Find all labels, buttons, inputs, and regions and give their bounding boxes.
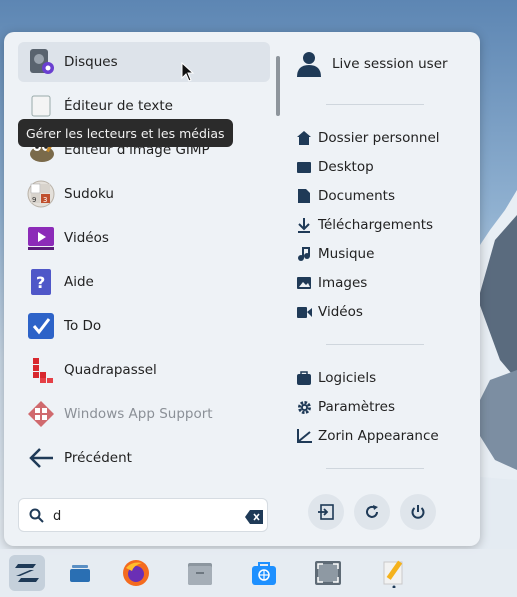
system-label: Zorin Appearance <box>318 428 439 444</box>
system-settings[interactable]: Paramètres <box>296 396 395 418</box>
search-field[interactable] <box>18 498 268 532</box>
download-icon <box>296 217 312 233</box>
svg-text:9: 9 <box>32 196 36 204</box>
logout-icon <box>318 504 334 520</box>
back-button[interactable]: Précédent <box>18 438 270 478</box>
app-item-aide[interactable]: ? Aide <box>18 262 270 302</box>
system-software[interactable]: Logiciels <box>296 367 376 389</box>
video-icon <box>296 304 312 320</box>
help-icon: ? <box>27 268 55 296</box>
place-videos[interactable]: Vidéos <box>296 301 363 323</box>
app-item-windows-app-support[interactable]: Windows App Support <box>18 394 270 434</box>
music-icon <box>296 246 312 262</box>
clear-search-icon[interactable] <box>245 509 263 528</box>
app-list: Disques Éditeur de texte Éditeur d'image… <box>18 42 280 488</box>
place-label: Téléchargements <box>318 217 434 233</box>
taskbar-text-editor[interactable] <box>376 555 412 591</box>
system-label: Paramètres <box>318 399 395 415</box>
power-button[interactable] <box>400 494 436 530</box>
files-icon <box>186 560 214 586</box>
place-label: Dossier personnel <box>318 130 440 146</box>
separator <box>326 468 424 469</box>
app-label: Disques <box>64 54 118 70</box>
separator <box>326 344 424 345</box>
svg-text:?: ? <box>36 273 45 292</box>
image-icon <box>296 275 312 291</box>
restart-icon <box>364 504 380 520</box>
user-button[interactable]: Live session user <box>296 50 448 78</box>
search-icon <box>29 508 44 527</box>
svg-text:3: 3 <box>43 196 47 204</box>
search-input[interactable] <box>51 505 235 527</box>
separator <box>326 104 424 105</box>
app-item-disques[interactable]: Disques <box>18 42 270 82</box>
place-label: Vidéos <box>318 304 363 320</box>
mouse-cursor <box>181 62 195 82</box>
app-item-todo[interactable]: To Do <box>18 306 270 346</box>
taskbar-zorin-menu[interactable] <box>9 555 45 591</box>
workspaces-icon <box>68 563 92 583</box>
system-appearance[interactable]: Zorin Appearance <box>296 425 439 447</box>
user-avatar-icon <box>296 50 322 78</box>
place-label: Desktop <box>318 159 374 175</box>
app-label: Éditeur de texte <box>64 98 173 114</box>
taskbar-screenshot[interactable] <box>310 555 346 591</box>
desktop-icon <box>296 159 312 175</box>
taskbar-firefox[interactable] <box>118 555 154 591</box>
place-home[interactable]: Dossier personnel <box>296 127 440 149</box>
app-label: Quadrapassel <box>64 362 157 378</box>
home-icon <box>296 130 312 146</box>
place-label: Documents <box>318 188 395 204</box>
system-label: Logiciels <box>318 370 377 386</box>
place-music[interactable]: Musique <box>296 243 374 265</box>
appearance-icon <box>296 428 312 444</box>
text-editor-icon <box>380 558 408 588</box>
videos-app-icon <box>27 224 55 252</box>
software-store-icon <box>250 559 278 587</box>
places-panel: Live session user Dossier personnel Desk… <box>288 32 474 546</box>
start-menu: Disques Éditeur de texte Éditeur d'image… <box>4 32 480 546</box>
screenshot-icon <box>314 560 342 586</box>
taskbar <box>0 549 517 597</box>
restart-button[interactable] <box>354 494 390 530</box>
place-documents[interactable]: Documents <box>296 185 395 207</box>
place-label: Musique <box>318 246 375 262</box>
app-label: Windows App Support <box>64 406 213 422</box>
power-icon <box>410 504 426 520</box>
app-label: To Do <box>64 318 102 334</box>
place-label: Images <box>318 275 368 291</box>
logout-button[interactable] <box>308 494 344 530</box>
document-icon <box>296 188 312 204</box>
windows-app-support-icon <box>27 400 55 428</box>
text-editor-icon <box>27 92 55 120</box>
app-list-scrollbar[interactable] <box>276 56 280 116</box>
app-item-sudoku[interactable]: 93 Sudoku <box>18 174 270 214</box>
disks-icon <box>27 48 55 76</box>
user-label: Live session user <box>332 56 448 72</box>
app-label: Aide <box>64 274 94 290</box>
back-arrow-icon <box>27 444 55 472</box>
todo-icon <box>27 312 55 340</box>
zorin-menu-icon <box>14 562 40 584</box>
firefox-icon <box>122 559 150 587</box>
taskbar-workspaces[interactable] <box>62 555 98 591</box>
gear-icon <box>296 399 312 415</box>
back-label: Précédent <box>64 450 132 466</box>
app-label: Sudoku <box>64 186 114 202</box>
app-item-quadrapassel[interactable]: Quadrapassel <box>18 350 270 390</box>
place-desktop[interactable]: Desktop <box>296 156 374 178</box>
place-images[interactable]: Images <box>296 272 367 294</box>
app-item-videos[interactable]: Vidéos <box>18 218 270 258</box>
taskbar-files[interactable] <box>182 555 218 591</box>
taskbar-software-store[interactable] <box>246 555 282 591</box>
app-label: Vidéos <box>64 230 109 246</box>
tooltip: Gérer les lecteurs et les médias <box>18 119 233 147</box>
sudoku-icon: 93 <box>27 180 55 208</box>
software-bag-icon <box>296 370 312 386</box>
quadrapassel-icon <box>27 356 55 384</box>
place-downloads[interactable]: Téléchargements <box>296 214 433 236</box>
